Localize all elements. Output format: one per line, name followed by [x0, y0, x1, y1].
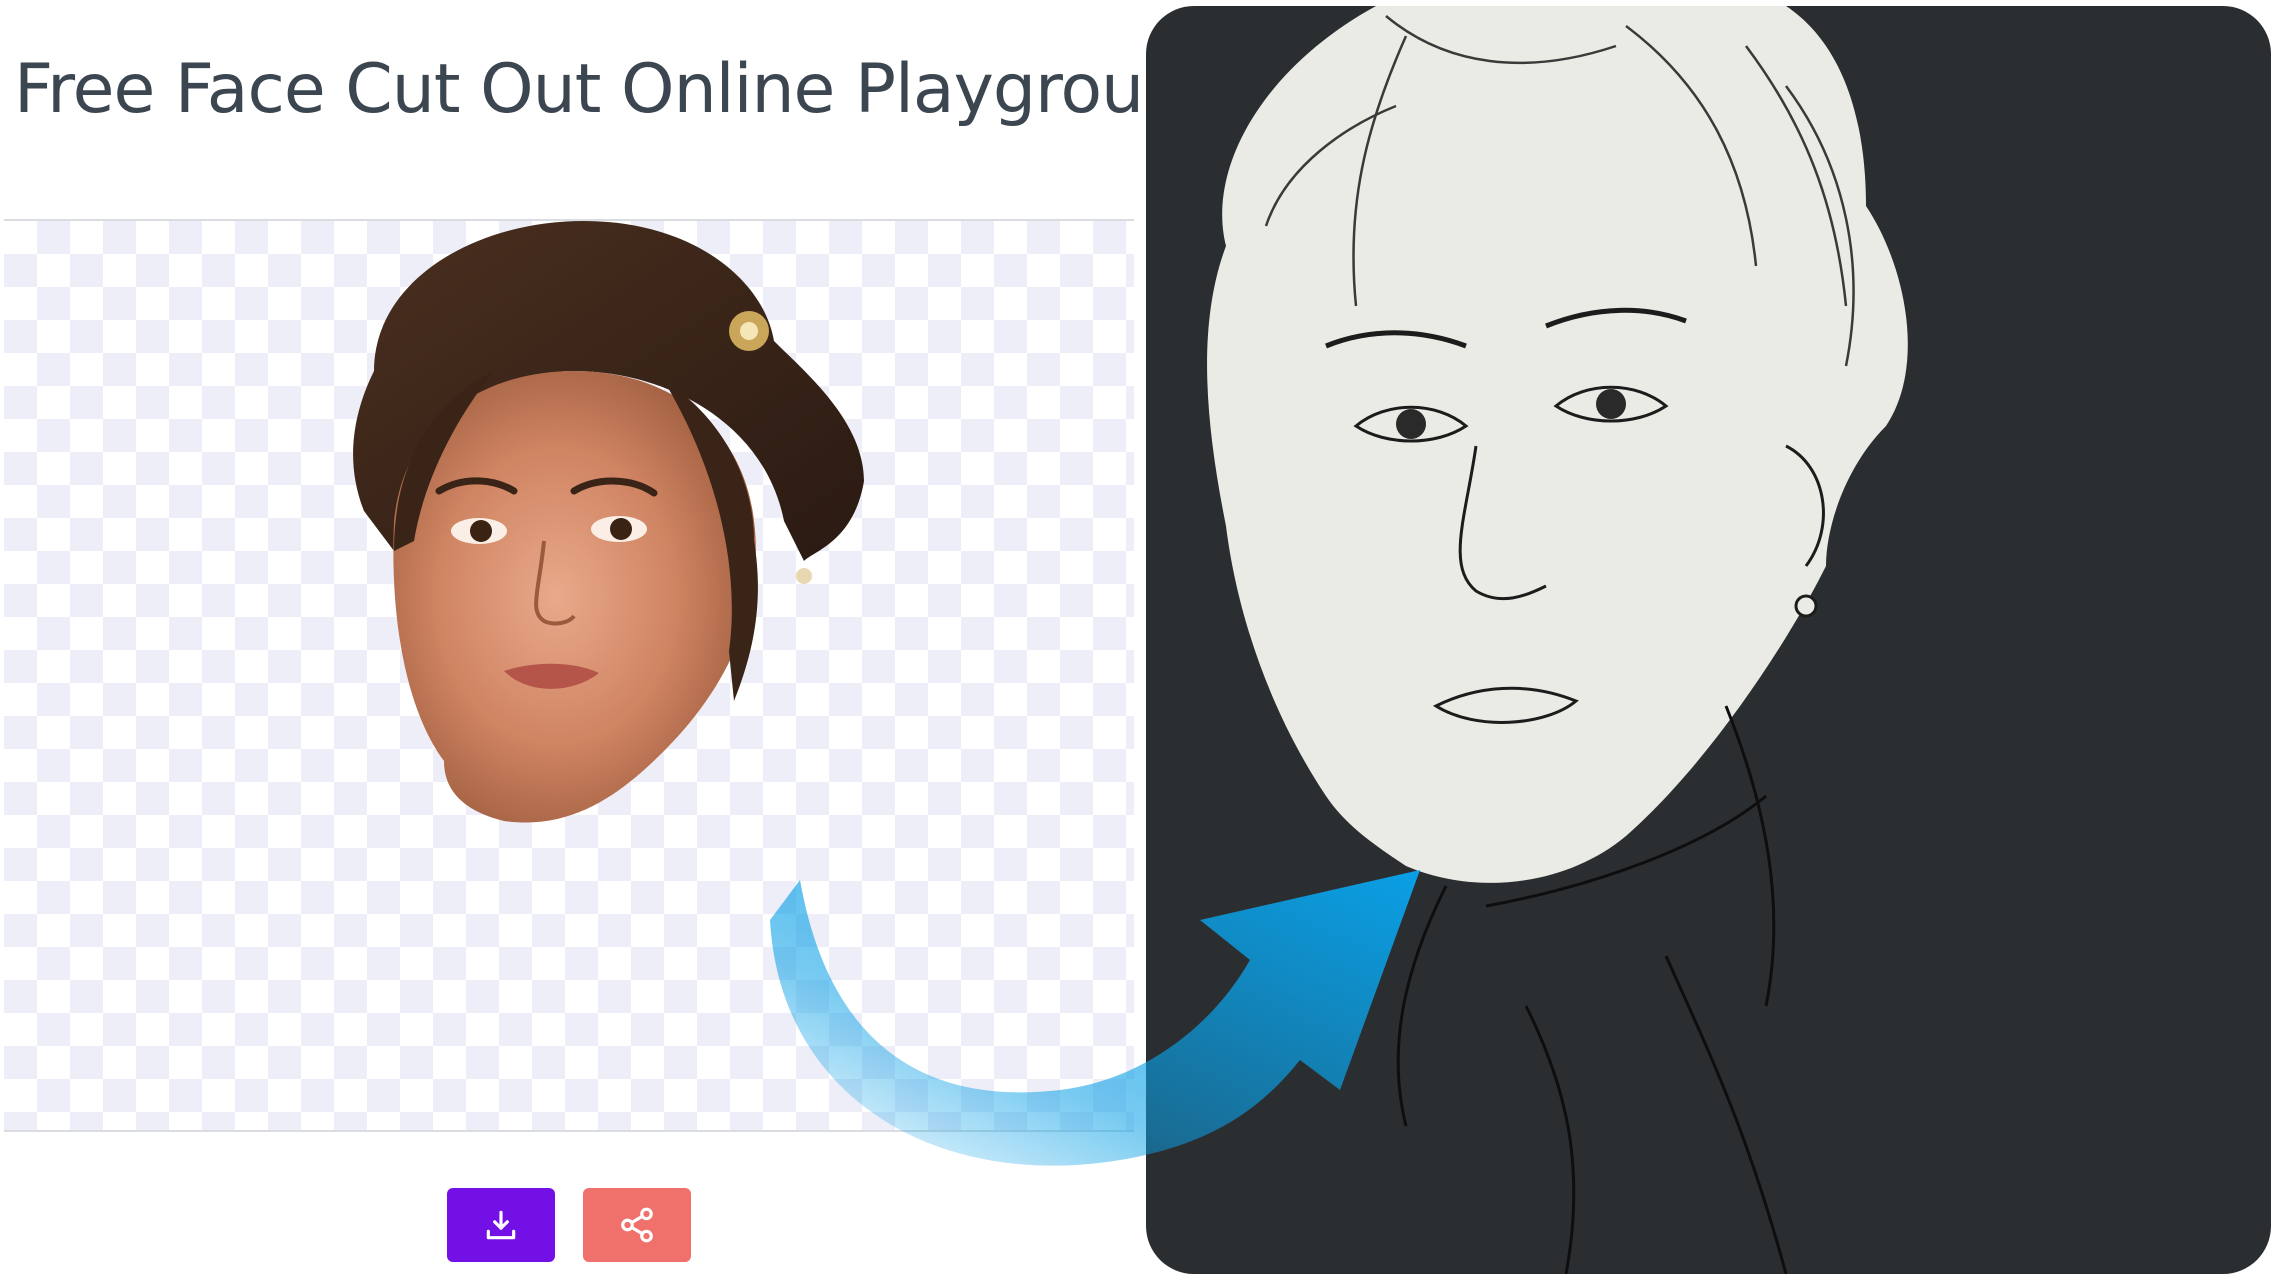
- face-cutout-image: [353, 221, 864, 823]
- share-button[interactable]: [583, 1188, 691, 1262]
- page: Free Face Cut Out Online Playground: [0, 0, 2276, 1279]
- transparent-canvas: [4, 221, 1134, 1130]
- download-icon: [486, 1210, 516, 1240]
- ink-sketch-portrait: [1207, 6, 1908, 1274]
- page-title: Free Face Cut Out Online Playground: [14, 50, 1228, 129]
- action-bar: [447, 1188, 691, 1262]
- share-icon: [621, 1207, 653, 1243]
- download-button[interactable]: [447, 1188, 555, 1262]
- sketch-portrait-panel: [1146, 6, 2271, 1274]
- divider-bottom: [4, 1130, 1134, 1132]
